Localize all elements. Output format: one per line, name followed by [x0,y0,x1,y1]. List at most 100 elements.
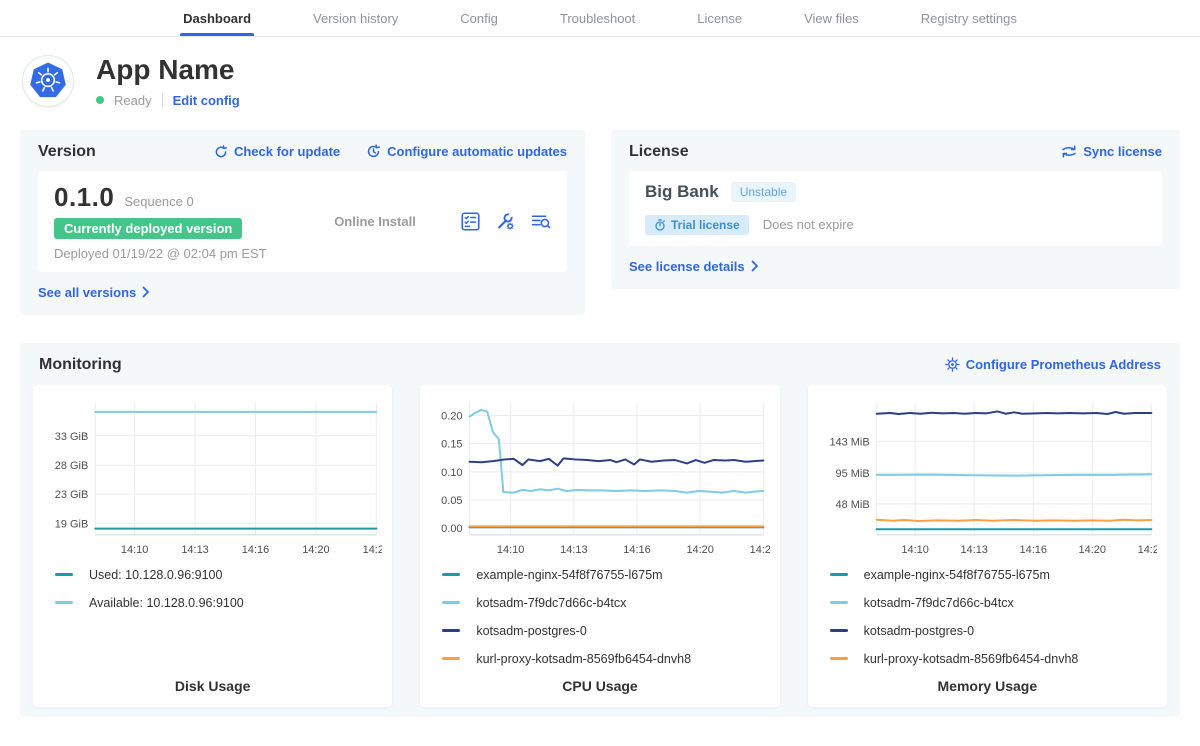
tab-view-files[interactable]: View files [801,0,862,36]
series-line [876,411,1151,414]
x-tick-label: 14:10 [901,544,928,556]
y-tick-label: 0.00 [442,523,463,535]
kots-dashboard-page: Dashboard Version history Config Troublesho… [0,0,1200,746]
configure-prometheus-label: Configure Prometheus Address [966,357,1161,372]
y-tick-label: 28 GiB [55,460,89,472]
disk-usage-legend: Used: 10.128.0.96:9100 Available: 10.128.… [55,568,382,610]
legend-item: kurl-proxy-kotsadm-8569fb6454-dnvh8 [830,652,1157,666]
app-header: App Name Ready Edit config [22,55,1180,108]
legend-label: kotsadm-postgres-0 [864,624,974,638]
x-tick-label: 14:16 [624,544,651,556]
monitoring-panel: Monitoring Con [20,343,1180,717]
deployed-version-card: 0.1.0 Sequence 0 Currently deployed vers… [38,171,567,272]
trial-license-badge: Trial license [645,215,749,235]
memory-usage-legend: example-nginx-54f8f76755-l675m kotsadm-7f… [830,568,1157,666]
view-diff-icon[interactable] [531,212,551,231]
sync-license-link[interactable]: Sync license [1061,144,1162,159]
legend-swatch [442,629,460,632]
version-title: Version [38,143,96,161]
preflight-checks-icon[interactable] [461,212,480,231]
y-tick-label: 0.10 [442,467,463,479]
see-all-versions-link[interactable]: See all versions [38,285,150,300]
legend-label: Used: 10.128.0.96:9100 [89,568,222,582]
configure-auto-updates-label: Configure automatic updates [387,144,567,159]
line-chart: 48 MiB95 MiB143 MiB14:1014:1314:1614:201… [818,395,1157,559]
configure-auto-updates-link[interactable]: Configure automatic updates [366,144,567,159]
series-line [876,520,1151,521]
check-for-update-link[interactable]: Check for update [214,144,340,159]
main-content: App Name Ready Edit config Version [0,55,1200,717]
charts-row: 19 GiB23 GiB28 GiB33 GiB14:1014:1314:161… [33,385,1167,707]
series-line [470,410,764,493]
see-license-details-label: See license details [629,259,745,274]
divider [162,93,163,107]
legend-item: example-nginx-54f8f76755-l675m [830,568,1157,582]
version-card-head: Version Check for update [38,143,567,161]
legend-item: kotsadm-postgres-0 [830,624,1157,638]
deployed-badge: Currently deployed version [54,218,242,239]
chevron-right-icon [142,286,150,298]
kubernetes-icon [26,59,70,103]
y-tick-label: 23 GiB [55,489,89,501]
cards-row: Version Check for update [20,130,1180,315]
tab-version-history[interactable]: Version history [310,0,401,36]
chart-disk-usage: 19 GiB23 GiB28 GiB33 GiB14:1014:1314:161… [33,385,392,707]
tab-dashboard[interactable]: Dashboard [180,0,254,36]
x-tick-label: 14:23 [363,544,383,556]
license-info-card: Big Bank Unstable Trial license [629,171,1162,246]
y-tick-label: 143 MiB [829,436,869,448]
version-card: Version Check for update [20,130,585,315]
app-name: App Name [96,55,240,86]
series-line [470,458,764,465]
y-tick-label: 95 MiB [835,468,869,480]
chevron-right-icon [751,260,759,272]
app-logo [22,55,74,107]
line-chart: 0.000.050.100.150.2014:1014:1314:1614:20… [430,395,769,559]
legend-item: kurl-proxy-kotsadm-8569fb6454-dnvh8 [442,652,769,666]
memory-usage-title: Memory Usage [818,666,1157,699]
tab-config[interactable]: Config [457,0,501,36]
x-tick-label: 14:16 [242,544,269,556]
legend-item: kotsadm-postgres-0 [442,624,769,638]
tab-registry-settings[interactable]: Registry settings [918,0,1020,36]
stopwatch-icon [654,219,666,231]
x-tick-label: 14:10 [497,544,524,556]
app-status-row: Ready Edit config [96,93,240,108]
see-license-details-link[interactable]: See license details [629,259,759,274]
version-info: 0.1.0 Sequence 0 Currently deployed vers… [54,182,289,261]
monitoring-title: Monitoring [39,356,122,374]
legend-swatch [55,573,73,576]
app-title-block: App Name Ready Edit config [96,55,240,108]
x-tick-label: 14:20 [1078,544,1105,556]
config-wrench-icon[interactable] [496,212,515,231]
cpu-usage-title: CPU Usage [430,666,769,699]
legend-swatch [830,629,848,632]
license-title: License [629,143,689,161]
chart-memory-usage: 48 MiB95 MiB143 MiB14:1014:1314:1614:201… [808,385,1167,707]
y-tick-label: 19 GiB [55,518,89,530]
legend-label: Available: 10.128.0.96:9100 [89,596,244,610]
deployed-timestamp: Deployed 01/19/22 @ 02:04 pm EST [54,246,289,261]
x-tick-label: 14:13 [560,544,587,556]
edit-config-link[interactable]: Edit config [173,93,240,108]
trial-license-label: Trial license [671,218,740,232]
configure-prometheus-link[interactable]: Configure Prometheus Address [945,357,1161,372]
legend-item: Available: 10.128.0.96:9100 [55,596,382,610]
tab-troubleshoot[interactable]: Troubleshoot [557,0,638,36]
x-tick-label: 14:23 [750,544,770,556]
x-tick-label: 14:20 [687,544,714,556]
see-license-details-row: See license details [629,258,1162,276]
x-tick-label: 14:16 [1019,544,1046,556]
legend-label: kotsadm-7f9dc7d66c-b4tcx [476,596,626,610]
legend-swatch [830,573,848,576]
version-actions [461,212,551,231]
tab-license[interactable]: License [694,0,745,36]
y-tick-label: 48 MiB [835,499,869,511]
y-tick-label: 0.20 [442,410,463,422]
chart-cpu-usage: 0.000.050.100.150.2014:1014:1314:1614:20… [420,385,779,707]
x-tick-label: 14:13 [181,544,208,556]
legend-item: kotsadm-7f9dc7d66c-b4tcx [830,596,1157,610]
y-tick-label: 0.15 [442,438,463,450]
legend-swatch [55,601,73,604]
legend-label: kurl-proxy-kotsadm-8569fb6454-dnvh8 [476,652,691,666]
